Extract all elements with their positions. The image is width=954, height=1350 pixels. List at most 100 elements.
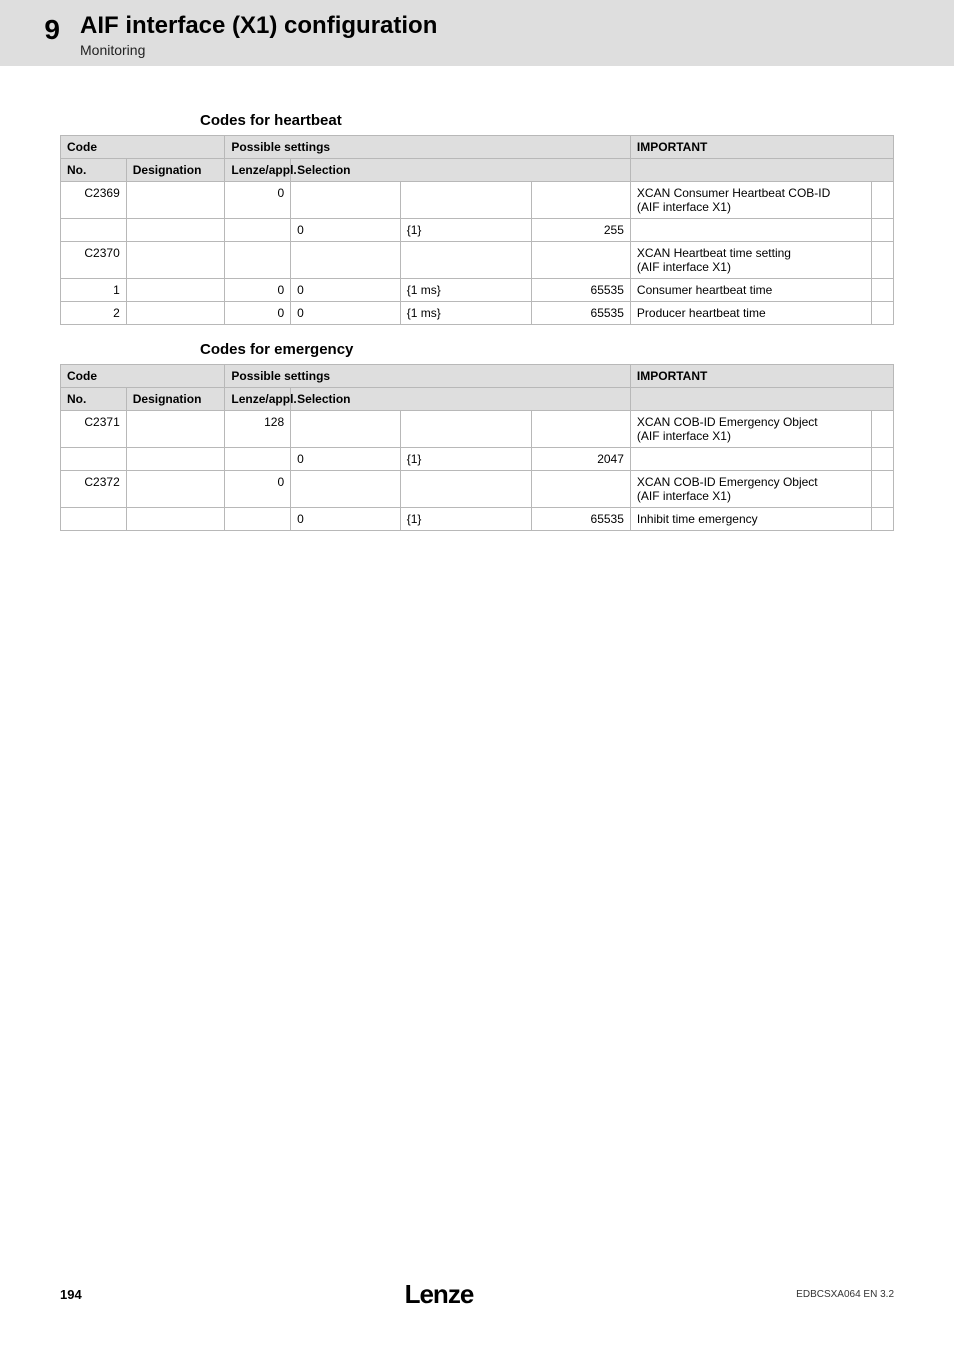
cell-sel-c (532, 471, 631, 508)
table-header-row: Code Possible settings IMPORTANT (61, 365, 894, 388)
subsection-title: Monitoring (80, 42, 954, 58)
th-selection: Selection (291, 388, 631, 411)
cell-sel-a (291, 411, 401, 448)
cell-designation (126, 508, 225, 531)
cell-sel-c: 65535 (532, 302, 631, 325)
th-no: No. (61, 159, 127, 182)
th-important-sub (630, 388, 893, 411)
cell-lenze: 0 (225, 471, 291, 508)
table-row: C2371 128 XCAN COB-ID Emergency Object (… (61, 411, 894, 448)
cell-no: C2371 (61, 411, 127, 448)
table-subheader-row: No. Designation Lenze/appl. Selection (61, 159, 894, 182)
table-row: 1 0 0 {1 ms} 65535 Consumer heartbeat ti… (61, 279, 894, 302)
cell-no: C2369 (61, 182, 127, 219)
cell-spacer (872, 448, 894, 471)
table-row: 2 0 0 {1 ms} 65535 Producer heartbeat ti… (61, 302, 894, 325)
table-subheader-row: No. Designation Lenze/appl. Selection (61, 388, 894, 411)
cell-sel-a: 0 (291, 302, 401, 325)
table-row: 0 {1} 65535 Inhibit time emergency (61, 508, 894, 531)
cell-sel-a (291, 471, 401, 508)
brand-logo: Lenze (405, 1279, 474, 1310)
cell-lenze (225, 448, 291, 471)
page-footer: 194 Lenze EDBCSXA064 EN 3.2 (0, 1279, 954, 1310)
cell-lenze: 0 (225, 279, 291, 302)
cell-sel-a (291, 242, 401, 279)
page-content: Codes for heartbeat Code Possible settin… (0, 66, 954, 531)
cell-spacer (872, 508, 894, 531)
th-designation: Designation (126, 388, 225, 411)
th-code: Code (61, 365, 225, 388)
cell-important: XCAN Consumer Heartbeat COB-ID (AIF inte… (630, 182, 871, 219)
cell-sel-b: {1} (400, 219, 532, 242)
th-selection: Selection (291, 159, 631, 182)
codes-table-emergency: Code Possible settings IMPORTANT No. Des… (60, 364, 894, 531)
chapter-number: 9 (0, 12, 80, 46)
cell-designation (126, 182, 225, 219)
cell-sel-c: 255 (532, 219, 631, 242)
cell-sel-b (400, 182, 532, 219)
table-row: 0 {1} 2047 (61, 448, 894, 471)
cell-no: 2 (61, 302, 127, 325)
cell-sel-b: {1 ms} (400, 302, 532, 325)
cell-sel-b: {1} (400, 448, 532, 471)
cell-spacer (872, 219, 894, 242)
cell-designation (126, 279, 225, 302)
cell-important: Producer heartbeat time (630, 302, 871, 325)
cell-spacer (872, 242, 894, 279)
cell-spacer (872, 471, 894, 508)
cell-lenze (225, 219, 291, 242)
cell-sel-b: {1 ms} (400, 279, 532, 302)
cell-lenze: 0 (225, 302, 291, 325)
th-code: Code (61, 136, 225, 159)
cell-spacer (872, 182, 894, 219)
cell-designation (126, 302, 225, 325)
cell-spacer (872, 302, 894, 325)
cell-sel-a (291, 182, 401, 219)
cell-sel-a: 0 (291, 219, 401, 242)
table-row: 0 {1} 255 (61, 219, 894, 242)
cell-spacer (872, 279, 894, 302)
section-heading: Codes for emergency (200, 341, 894, 358)
table-row: C2370 XCAN Heartbeat time setting (AIF i… (61, 242, 894, 279)
cell-important: Inhibit time emergency (630, 508, 871, 531)
cell-sel-c (532, 182, 631, 219)
cell-designation (126, 219, 225, 242)
cell-sel-c: 65535 (532, 279, 631, 302)
cell-no: 1 (61, 279, 127, 302)
cell-sel-a: 0 (291, 279, 401, 302)
cell-spacer (872, 411, 894, 448)
cell-designation (126, 471, 225, 508)
cell-lenze: 128 (225, 411, 291, 448)
table-row: C2369 0 XCAN Consumer Heartbeat COB-ID (… (61, 182, 894, 219)
cell-important: XCAN COB-ID Emergency Object (AIF interf… (630, 411, 871, 448)
page-number: 194 (60, 1287, 82, 1302)
table-header-row: Code Possible settings IMPORTANT (61, 136, 894, 159)
cell-important (630, 448, 871, 471)
cell-sel-c: 65535 (532, 508, 631, 531)
page-header: 9 AIF interface (X1) configuration Monit… (0, 0, 954, 66)
cell-sel-b (400, 471, 532, 508)
header-titles: AIF interface (X1) configuration Monitor… (80, 12, 954, 58)
cell-sel-c (532, 411, 631, 448)
codes-table-heartbeat: Code Possible settings IMPORTANT No. Des… (60, 135, 894, 325)
cell-important (630, 219, 871, 242)
th-possible-settings: Possible settings (225, 365, 631, 388)
cell-sel-c (532, 242, 631, 279)
cell-important: XCAN COB-ID Emergency Object (AIF interf… (630, 471, 871, 508)
cell-lenze (225, 508, 291, 531)
th-designation: Designation (126, 159, 225, 182)
chapter-title: AIF interface (X1) configuration (80, 12, 954, 40)
cell-no (61, 448, 127, 471)
cell-lenze: 0 (225, 182, 291, 219)
cell-sel-a: 0 (291, 508, 401, 531)
cell-designation (126, 411, 225, 448)
th-lenze: Lenze/appl. (225, 159, 291, 182)
th-important-sub (630, 159, 893, 182)
th-lenze: Lenze/appl. (225, 388, 291, 411)
cell-lenze (225, 242, 291, 279)
cell-no: C2372 (61, 471, 127, 508)
cell-important: Consumer heartbeat time (630, 279, 871, 302)
cell-no: C2370 (61, 242, 127, 279)
th-no: No. (61, 388, 127, 411)
cell-no (61, 219, 127, 242)
